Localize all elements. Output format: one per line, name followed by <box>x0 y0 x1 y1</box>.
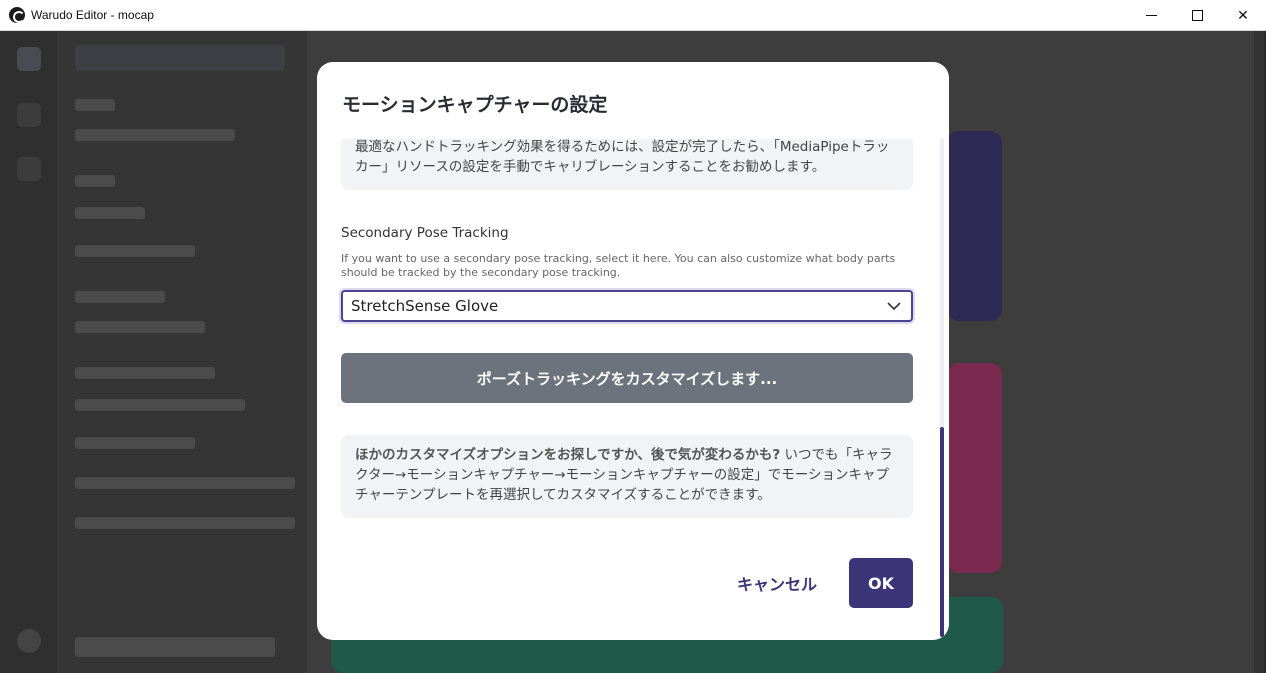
minimize-button[interactable] <box>1128 0 1174 31</box>
maximize-button[interactable] <box>1174 0 1220 31</box>
hand-tracking-note-text: 最適なハンドトラッキング効果を得るためには、設定が完了したら、「MediaPip… <box>355 139 890 175</box>
secondary-pose-select[interactable]: StretchSense Glove <box>341 290 913 322</box>
customization-tip-bold: ほかのカスタマイズオプションをお探しですか、後で気が変わるかも? <box>355 447 781 463</box>
window-controls: ✕ <box>1128 0 1266 31</box>
customization-tip: ほかのカスタマイズオプションをお探しですか、後で気が変わるかも? いつでも「キャ… <box>341 435 913 518</box>
dialog-title: モーションキャプチャーの設定 <box>342 94 608 116</box>
maximize-icon <box>1191 10 1203 21</box>
customize-pose-tracking-button[interactable]: ポーズトラッキングをカスタマイズします... <box>341 353 913 403</box>
ok-button[interactable]: OK <box>849 558 913 608</box>
dialog-scrollbar-thumb[interactable] <box>940 427 944 637</box>
close-window-button[interactable]: ✕ <box>1220 0 1266 31</box>
window-title: Warudo Editor - mocap <box>31 8 154 22</box>
warudo-logo-icon <box>9 7 25 23</box>
window-titlebar: Warudo Editor - mocap ✕ <box>0 0 1266 31</box>
secondary-pose-help: If you want to use a secondary pose trac… <box>341 252 896 279</box>
hand-tracking-note: 最適なハンドトラッキング効果を得るためには、設定が完了したら、「MediaPip… <box>341 139 913 190</box>
secondary-pose-selected-value: StretchSense Glove <box>351 297 499 315</box>
secondary-pose-label: Secondary Pose Tracking <box>341 225 509 241</box>
mocap-settings-dialog: モーションキャプチャーの設定 最適なハンドトラッキング効果を得るためには、設定が… <box>317 62 949 640</box>
cancel-button[interactable]: キャンセル <box>727 558 827 608</box>
chevron-down-icon <box>887 302 901 311</box>
minimize-icon <box>1145 15 1157 16</box>
close-icon: ✕ <box>1237 7 1249 24</box>
